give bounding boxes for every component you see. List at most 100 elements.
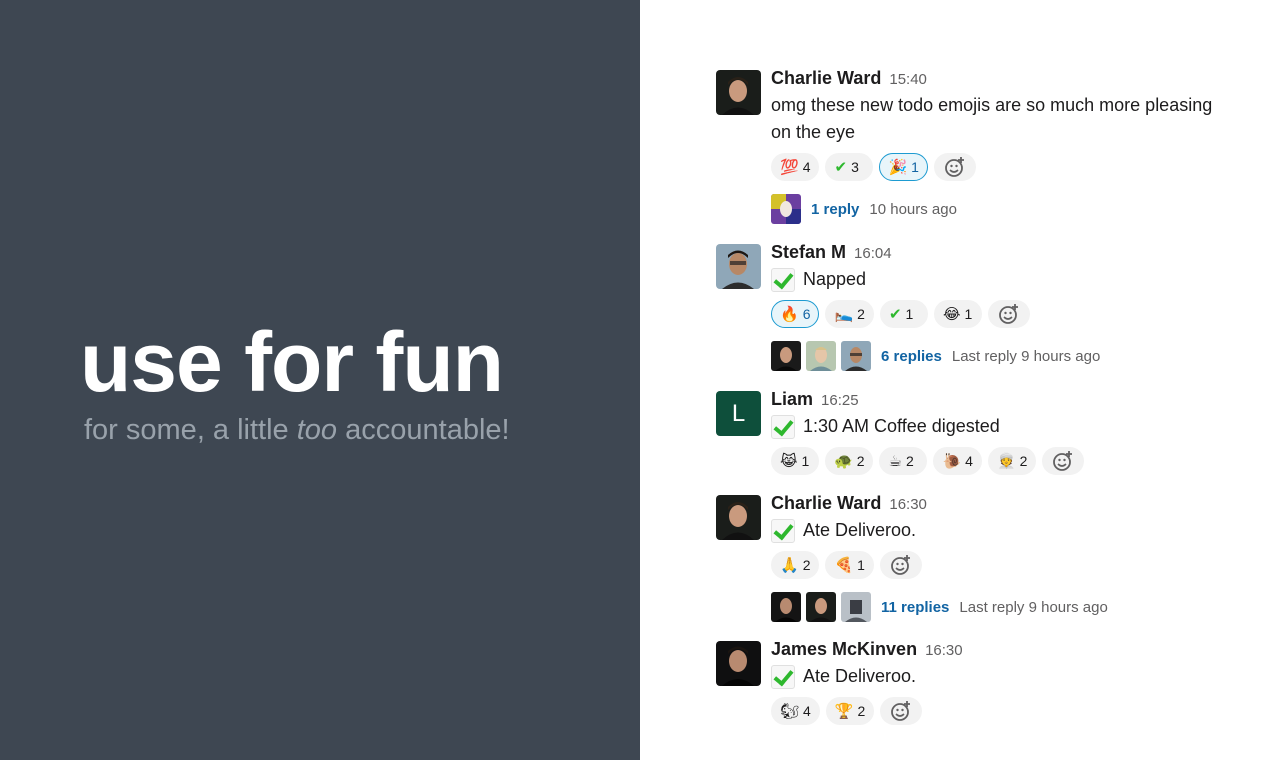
author-name[interactable]: James McKinven: [771, 639, 917, 660]
trophy-icon: 🏆: [834, 702, 854, 720]
reaction-pill[interactable]: 🎉 1: [879, 153, 928, 181]
add-reaction-icon: [891, 701, 911, 721]
avatar[interactable]: [716, 495, 761, 540]
avatar: [806, 341, 836, 371]
reaction-count: 4: [965, 453, 973, 469]
reaction-count: 2: [905, 453, 914, 469]
thread-meta: Last reply 9 hours ago: [951, 347, 1101, 365]
avatar[interactable]: [716, 641, 761, 686]
timestamp[interactable]: 16:30: [925, 642, 963, 659]
replies-link[interactable]: 1 reply: [811, 201, 859, 218]
add-reaction-button[interactable]: [1042, 447, 1085, 475]
reaction-pill[interactable]: 🛌 2: [825, 300, 874, 328]
reaction-count: 2: [857, 703, 866, 719]
checkbox-checked-icon: [771, 414, 795, 439]
check-mark-icon: ✔: [834, 158, 848, 176]
add-reaction-button[interactable]: [879, 551, 922, 579]
reaction-count: 1: [857, 557, 865, 573]
hero-subtitle-emphasis: too: [296, 414, 338, 446]
replies-link[interactable]: 6 replies: [881, 348, 942, 365]
avatar: [841, 592, 871, 622]
timestamp[interactable]: 16:30: [889, 496, 927, 513]
thread-summary[interactable]: 11 replies Last reply 9 hours ago: [771, 592, 1231, 622]
fire-icon: 🔥: [780, 305, 799, 323]
hero-panel: use for fun for some, a little too accou…: [0, 0, 640, 760]
reaction-pill[interactable]: ✔ 3: [825, 153, 874, 181]
avatar: [771, 194, 801, 224]
message-text: omg these new todo emojis are so much mo…: [771, 95, 1213, 142]
reaction-count: 4: [803, 703, 811, 719]
timestamp[interactable]: 16:04: [854, 245, 892, 262]
author-name[interactable]: Charlie Ward: [771, 493, 881, 514]
reaction-pill[interactable]: ✔ 1: [879, 300, 928, 328]
avatar[interactable]: L: [716, 391, 761, 436]
avatar: [841, 341, 871, 371]
reaction-count: 4: [802, 159, 811, 175]
reaction-count: 2: [802, 557, 811, 573]
reactions: 🙏 2 🍕 1: [771, 550, 1231, 580]
reaction-pill[interactable]: 🔥 6: [771, 300, 820, 328]
reaction-pill[interactable]: 👳 2: [987, 447, 1037, 475]
add-reaction-icon: [999, 304, 1018, 324]
pizza-icon: 🍕: [834, 556, 854, 574]
author-name[interactable]: Liam: [771, 389, 813, 410]
turtle-icon: 🐢: [834, 452, 853, 470]
reaction-count: 1: [801, 453, 810, 469]
hero-subtitle-suffix: accountable!: [337, 414, 510, 446]
thread-summary[interactable]: 6 replies Last reply 9 hours ago: [771, 341, 1231, 371]
reaction-pill[interactable]: 😹 1: [771, 447, 819, 475]
message-text: Ate Deliveroo.: [803, 666, 917, 686]
reaction-count: 1: [964, 306, 973, 322]
timestamp[interactable]: 16:25: [821, 392, 859, 409]
hundred-points-icon: 💯: [780, 158, 799, 176]
turban-person-icon: 👳: [996, 452, 1016, 470]
author-name[interactable]: Charlie Ward: [771, 68, 881, 89]
replies-link[interactable]: 11 replies: [881, 599, 949, 616]
reaction-pill[interactable]: 🐌 4: [933, 447, 982, 475]
reaction-pill[interactable]: 🏆 2: [825, 697, 875, 725]
thread-meta: Last reply 9 hours ago: [959, 598, 1108, 616]
add-reaction-icon: [891, 555, 910, 575]
avatar[interactable]: [716, 70, 761, 115]
snail-icon: 🐌: [942, 452, 962, 470]
add-reaction-icon: [945, 157, 964, 177]
reaction-count: 2: [857, 306, 865, 322]
reaction-pill[interactable]: 🐢 2: [825, 447, 874, 475]
avatar[interactable]: [716, 244, 761, 289]
reaction-count: 2: [1019, 453, 1028, 469]
hero-title: use for fun: [80, 315, 504, 409]
message-text: Napped: [803, 269, 867, 289]
checkbox-checked-icon: [771, 518, 795, 543]
hero-subtitle-prefix: for some, a little: [84, 414, 297, 446]
sleeping-bed-icon: 🛌: [834, 305, 854, 323]
reaction-pill[interactable]: 💯 4: [771, 153, 820, 181]
reaction-pill[interactable]: 🙏 2: [771, 551, 820, 579]
message-text: Ate Deliveroo.: [803, 520, 917, 540]
author-name[interactable]: Stefan M: [771, 242, 846, 263]
check-mark-icon: ✔: [888, 305, 902, 323]
reaction-count: 1: [905, 306, 914, 322]
reaction-pill[interactable]: 🍕 1: [825, 551, 874, 579]
cat-joy-icon: 😹: [780, 452, 798, 470]
add-reaction-icon: [1053, 451, 1073, 471]
reaction-pill[interactable]: 🐿 4: [771, 697, 820, 725]
add-reaction-button[interactable]: [987, 300, 1030, 328]
avatar: [806, 592, 836, 622]
avatar: [771, 592, 801, 622]
add-reaction-button[interactable]: [933, 153, 976, 181]
hero-subtitle: for some, a little too accountable!: [84, 410, 510, 450]
message-list: Charlie Ward 15:40 omg these new todo em…: [640, 0, 1270, 760]
timestamp[interactable]: 15:40: [889, 71, 927, 88]
party-popper-icon: 🎉: [888, 158, 908, 176]
thread-summary[interactable]: 1 reply 10 hours ago: [771, 194, 1231, 224]
tears-of-joy-icon: 😂: [942, 305, 961, 323]
reaction-count: 3: [851, 159, 859, 175]
reaction-pill[interactable]: ☕ 2: [879, 447, 928, 475]
reaction-count: 1: [911, 159, 919, 175]
thread-meta: 10 hours ago: [869, 200, 957, 218]
checkbox-checked-icon: [771, 267, 795, 292]
message-text: 1:30 AM Coffee digested: [803, 416, 1000, 436]
add-reaction-button[interactable]: [880, 697, 923, 725]
reaction-pill[interactable]: 😂 1: [933, 300, 982, 328]
coffee-icon: ☕: [888, 452, 902, 470]
